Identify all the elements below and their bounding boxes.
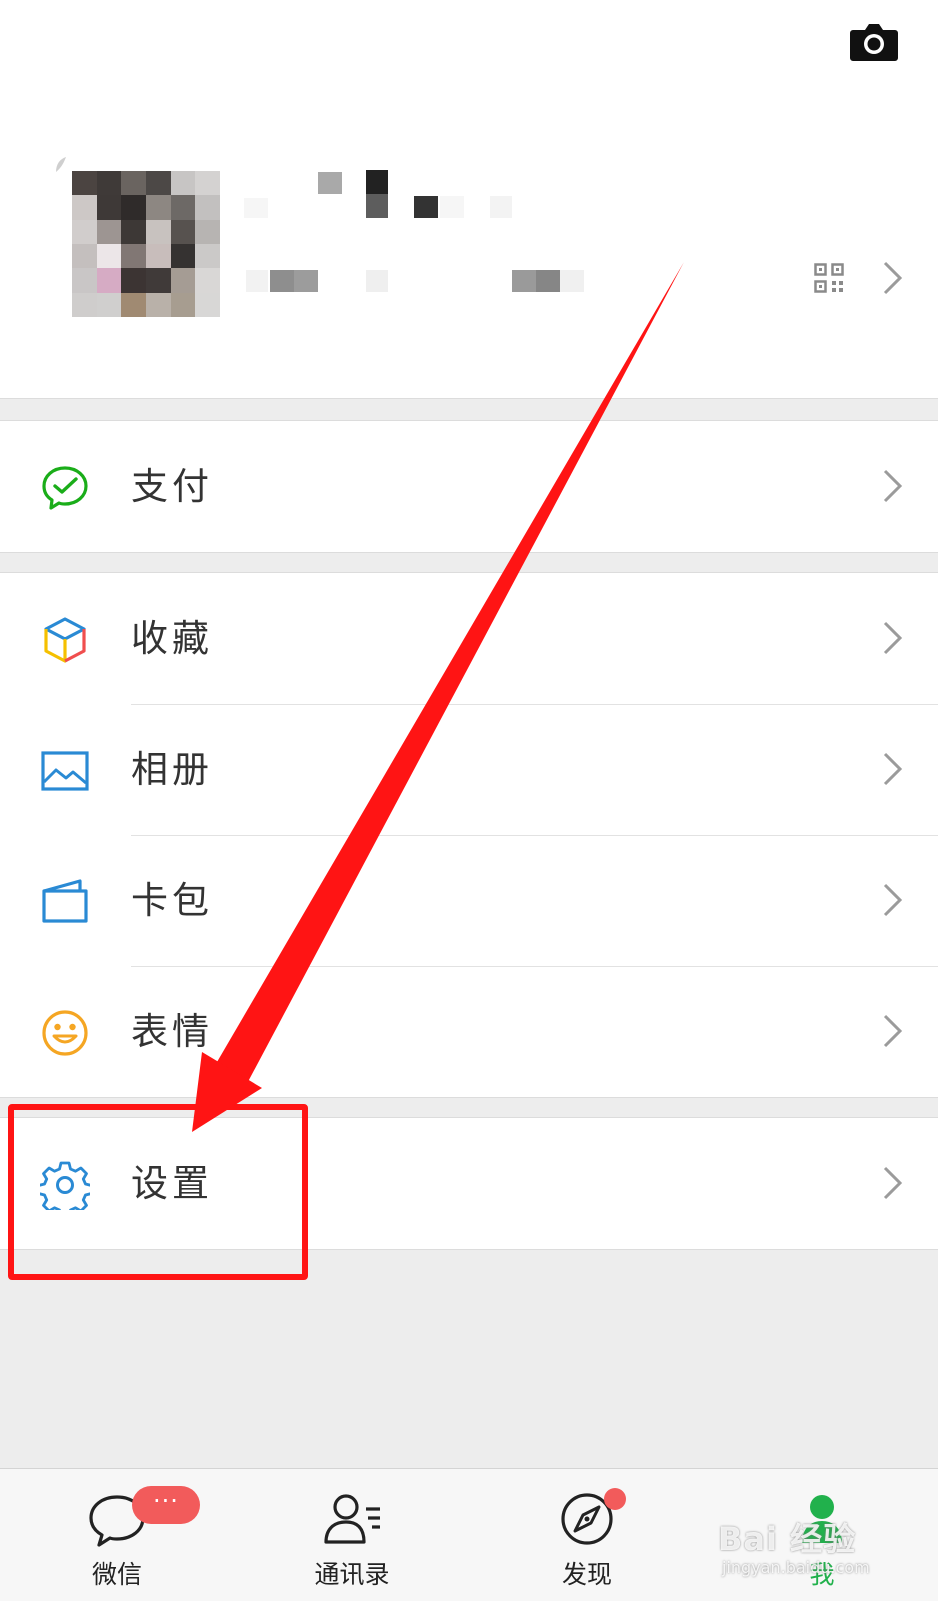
discover-dot-badge (604, 1488, 626, 1510)
card-wallet-icon (42, 879, 88, 923)
profile-header[interactable] (0, 0, 938, 399)
menu-item-settings-label: 设置 (131, 1162, 213, 1205)
menu-group-main: 收藏 相册 卡包 表情 (0, 572, 938, 1098)
menu-item-favorites-label: 收藏 (131, 617, 213, 660)
menu-group-pay: 支付 (0, 420, 938, 553)
menu-item-favorites[interactable]: 收藏 (0, 573, 938, 704)
avatar[interactable] (72, 171, 220, 317)
menu-item-settings[interactable]: 设置 (0, 1118, 938, 1249)
menu-group-settings: 设置 (0, 1117, 938, 1250)
chevron-right-icon (883, 752, 903, 786)
photo-album-icon (41, 751, 89, 791)
chevron-right-icon (883, 261, 903, 295)
menu-item-pay-label: 支付 (131, 465, 213, 508)
menu-item-cards[interactable]: 卡包 (0, 835, 938, 966)
tab-chats-label: 微信 (91, 1560, 142, 1589)
chevron-right-icon (883, 1166, 903, 1200)
menu-item-stickers[interactable]: 表情 (0, 966, 938, 1097)
chevron-right-icon (883, 469, 903, 503)
menu-item-stickers-label: 表情 (131, 1010, 213, 1053)
gear-icon (40, 1161, 90, 1210)
tab-contacts-label: 通讯录 (314, 1560, 390, 1589)
menu-item-album-label: 相册 (131, 748, 213, 791)
cube-favorites-icon (44, 617, 86, 663)
me-person-icon (802, 1495, 842, 1543)
chat-unread-badge: ··· (132, 1486, 200, 1524)
qr-code-icon[interactable] (814, 263, 844, 293)
tab-me-label: 我 (809, 1560, 835, 1589)
menu-item-pay[interactable]: 支付 (0, 421, 938, 552)
chevron-right-icon (883, 883, 903, 917)
tab-discover-label: 发现 (561, 1560, 612, 1589)
tab-me[interactable]: 我 (742, 1469, 902, 1601)
chevron-right-icon (883, 1014, 903, 1048)
contacts-icon (324, 1494, 380, 1544)
chevron-right-icon (883, 621, 903, 655)
menu-item-cards-label: 卡包 (131, 879, 213, 922)
tab-discover[interactable]: 发现 (507, 1469, 667, 1601)
camera-icon[interactable] (849, 22, 899, 62)
tab-contacts[interactable]: 通讯录 (272, 1469, 432, 1601)
leaf-mark-icon (56, 157, 66, 172)
menu-item-album[interactable]: 相册 (0, 704, 938, 835)
smiley-icon (42, 1010, 88, 1056)
wechat-pay-icon (42, 466, 88, 510)
